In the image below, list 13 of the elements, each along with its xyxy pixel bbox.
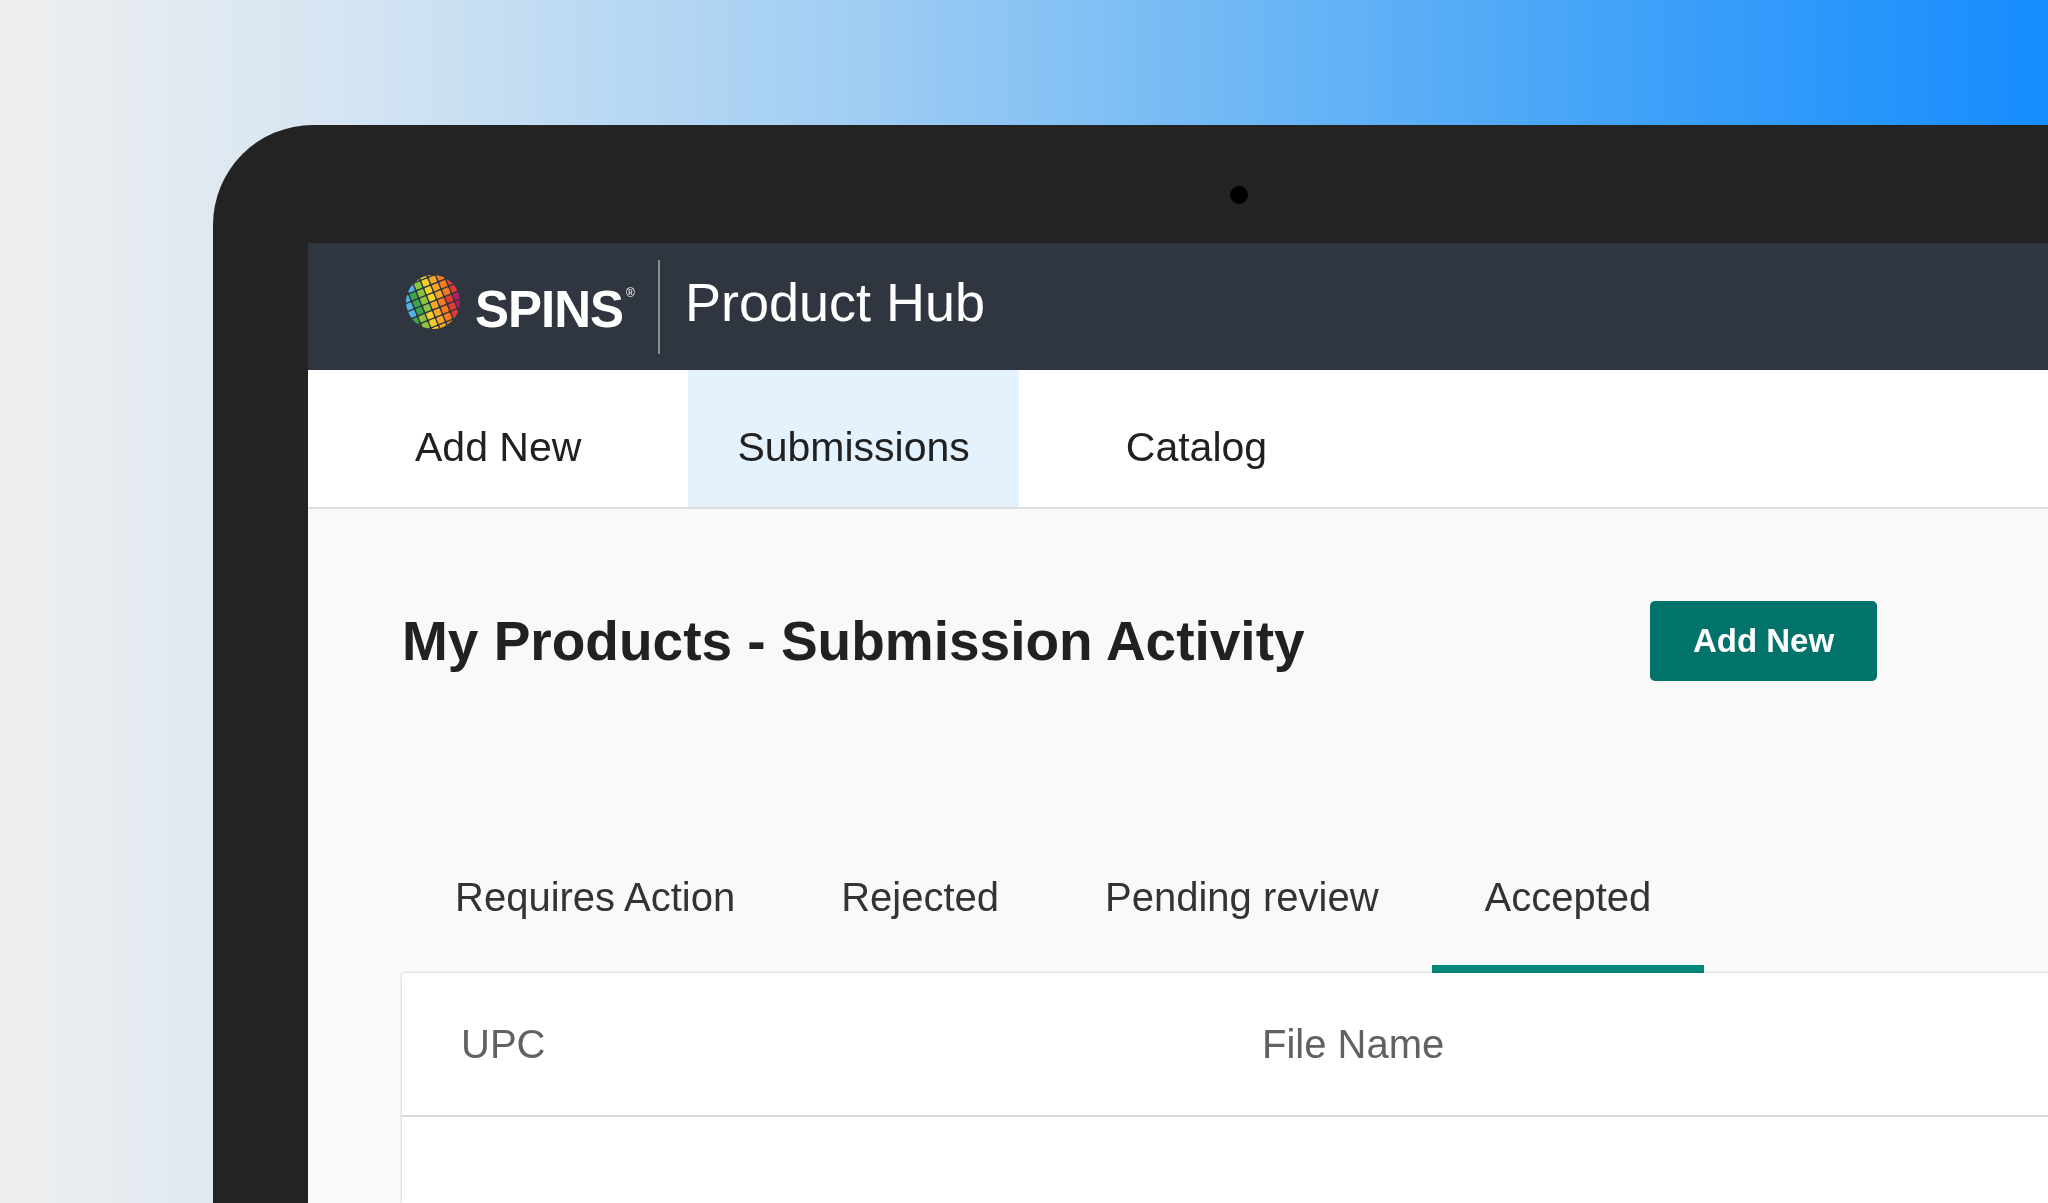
nav-tab[interactable]: Catalog [1076,370,1317,507]
page-title: My Products - Submission Activity [402,609,1305,673]
nav-tab[interactable]: Submissions [688,370,1019,507]
status-tab[interactable]: Rejected [788,850,1053,973]
column-header: UPC [461,1021,547,1067]
status-tab[interactable]: Requires Action [402,850,789,973]
nav-tab[interactable]: Add New [366,370,631,507]
app-title: Product Hub [684,270,986,333]
add-new-button[interactable]: Add New [1650,601,1877,681]
status-tab[interactable]: Pending review [1052,850,1432,973]
brand-wordmark: SPINS$^{®}$ [475,280,634,338]
column-header: File Name [1262,1021,1445,1067]
camera-dot-icon [1230,186,1248,204]
